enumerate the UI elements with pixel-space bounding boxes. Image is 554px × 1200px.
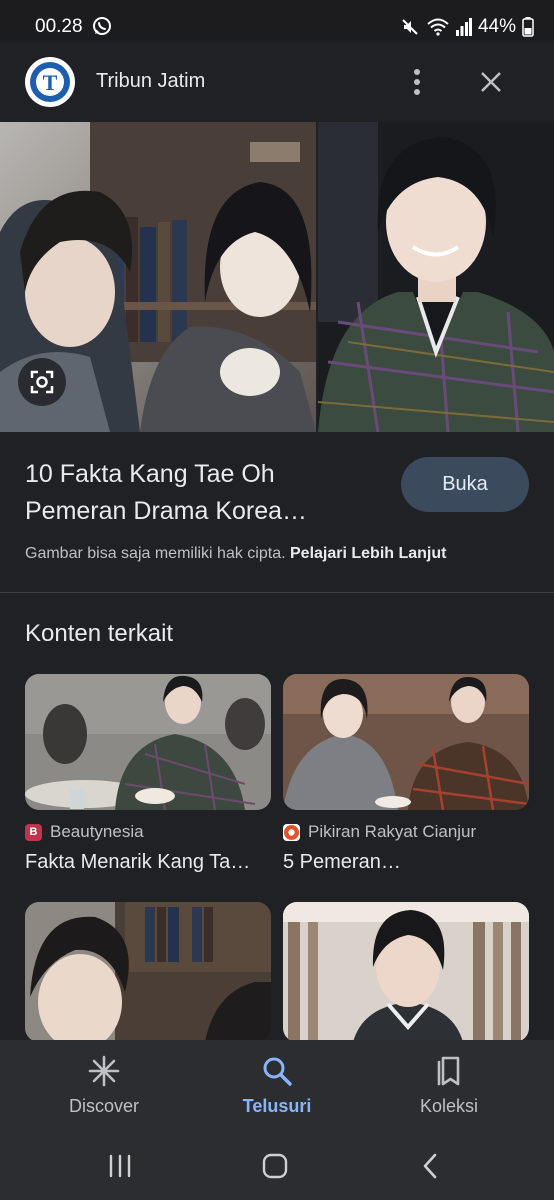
nav-discover[interactable]: Discover [34, 1054, 174, 1117]
open-button[interactable]: Buka [401, 457, 529, 512]
related-card-thumbnail[interactable] [25, 902, 271, 1042]
related-card-thumbnail[interactable] [283, 674, 529, 810]
related-card-title: Fakta Menarik Kang Ta… [25, 851, 251, 873]
nav-label: Telusuri [242, 1096, 312, 1116]
nav-koleksi[interactable]: Koleksi [379, 1054, 519, 1117]
back-button[interactable] [410, 1148, 450, 1184]
recent-apps-button[interactable] [100, 1148, 140, 1184]
collections-icon [437, 1056, 460, 1086]
battery-icon [522, 17, 534, 37]
status-indicators: 44% [400, 16, 534, 38]
learn-more-link[interactable]: Pelajari Lebih Lanjut [290, 545, 446, 562]
home-button[interactable] [255, 1148, 295, 1184]
app-header: T Tribun Jatim [0, 42, 554, 122]
related-card-thumbnail[interactable] [283, 902, 529, 1042]
site-logo: T [25, 57, 75, 107]
copyright-notice: Gambar bisa saja memiliki hak cipta. Pel… [25, 545, 446, 563]
asterisk-icon [88, 1055, 120, 1087]
related-card-source: B Beautynesia [25, 822, 144, 842]
related-card-thumbnail[interactable] [25, 674, 271, 810]
google-lens-button[interactable] [18, 358, 66, 406]
close-button[interactable] [474, 64, 508, 100]
related-card[interactable] [25, 902, 271, 1042]
nav-label: Koleksi [419, 1096, 479, 1116]
related-card-source: Pikiran Rakyat Cianjur [283, 822, 476, 842]
source-name: Beautynesia [50, 822, 144, 841]
pikiran-rakyat-logo-icon [283, 823, 300, 841]
close-icon [481, 72, 501, 92]
wifi-icon [426, 17, 450, 37]
nav-label: Discover [68, 1096, 139, 1116]
related-card[interactable]: B Beautynesia Fakta Menarik Kang Ta… [25, 674, 271, 884]
related-card[interactable]: Pikiran Rakyat Cianjur 5 Pemeran… [283, 674, 529, 884]
result-image[interactable] [0, 122, 554, 432]
status-time: 00.28 [35, 16, 83, 37]
related-card[interactable] [283, 902, 529, 1042]
battery-level: 44% [477, 16, 516, 37]
signal-icon [455, 18, 472, 36]
whatsapp-icon [92, 16, 112, 36]
home-icon [262, 1153, 288, 1179]
result-image-right [318, 122, 554, 432]
beautynesia-logo-icon: B [25, 823, 42, 841]
system-navigation [0, 1132, 554, 1200]
result-title[interactable]: 10 Fakta Kang Tae Oh Pemeran Drama Korea… [25, 456, 375, 530]
result-title-line-1: 10 Fakta Kang Tae Oh [25, 460, 275, 488]
related-card-title: 5 Pemeran… [283, 851, 401, 873]
bottom-navigation: Discover Telusuri Koleksi [0, 1040, 554, 1132]
divider [0, 592, 554, 593]
source-name: Pikiran Rakyat Cianjur [308, 822, 477, 841]
related-heading: Konten terkait [25, 620, 174, 647]
lens-icon [30, 370, 54, 394]
copyright-text: Gambar bisa saja memiliki hak cipta. [25, 545, 286, 562]
more-options-button[interactable] [402, 64, 432, 100]
mute-icon [400, 17, 420, 37]
search-icon [263, 1057, 292, 1086]
recent-apps-icon [109, 1154, 131, 1178]
site-name: Tribun Jatim [96, 70, 206, 92]
nav-telusuri[interactable]: Telusuri [207, 1054, 347, 1117]
back-icon [423, 1153, 437, 1179]
result-title-line-2: Pemeran Drama Korea… [25, 497, 308, 525]
logo-letter: T [43, 70, 58, 95]
more-vert-icon [414, 69, 420, 95]
